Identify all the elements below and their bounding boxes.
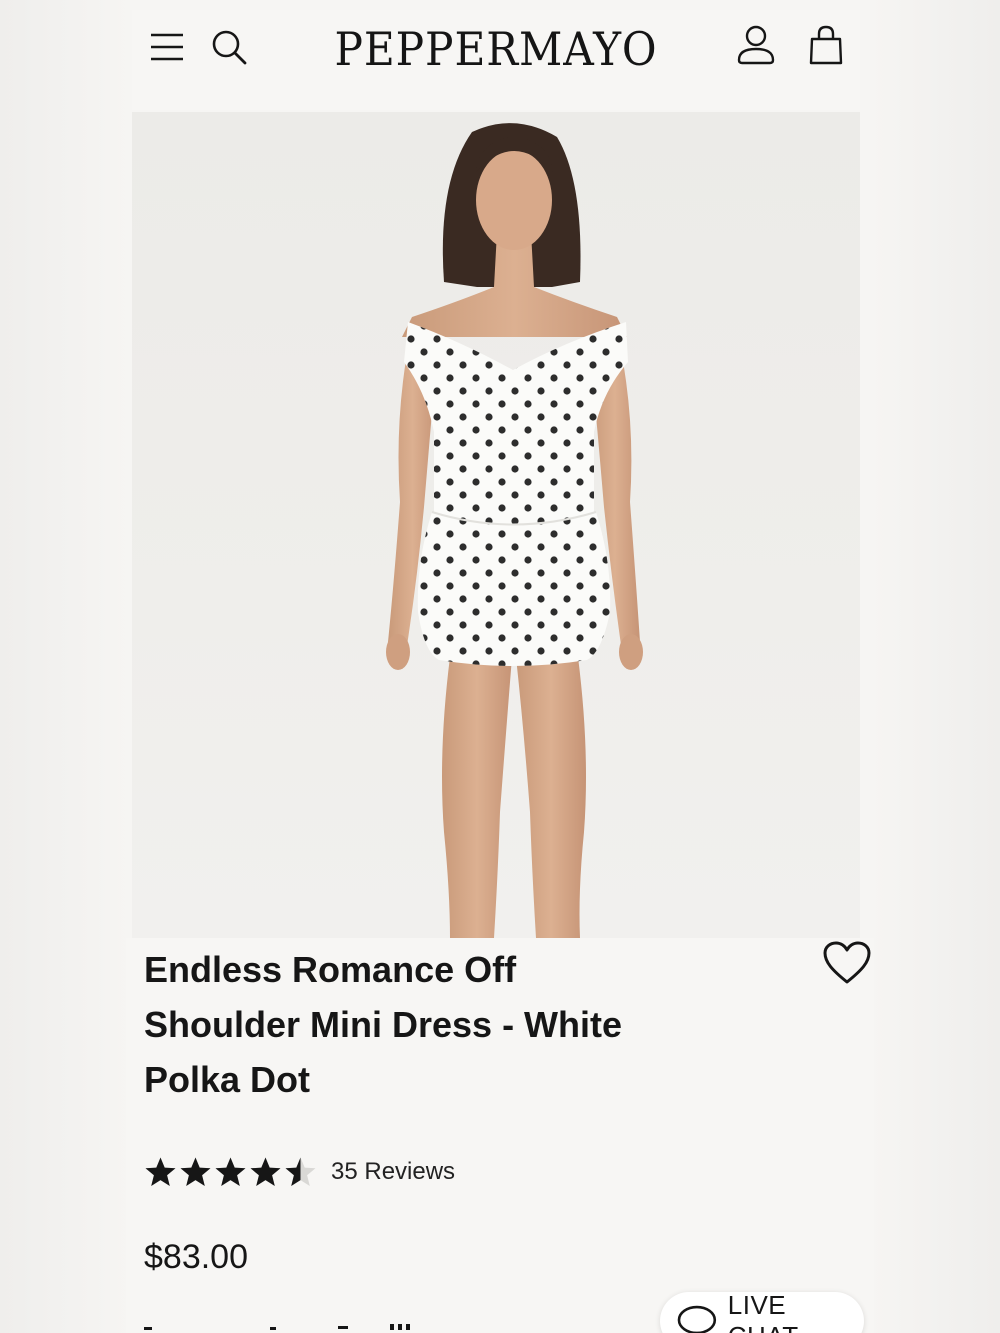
product-title-line: Endless Romance Off [144, 949, 517, 990]
product-title-line: Polka Dot [144, 1059, 311, 1100]
menu-icon[interactable] [150, 32, 184, 62]
star-icon [285, 1157, 316, 1186]
model-in-polka-dot-dress-illustration [386, 123, 643, 938]
product-page: PEPPERMAYO Endless Romance Off Shoulder … [0, 0, 1000, 1333]
product-rating[interactable]: 35 Reviews [144, 1152, 455, 1192]
search-icon[interactable] [210, 28, 248, 66]
product-price: $83.00 [144, 1238, 248, 1276]
brand-logo[interactable]: PEPPERMAYO [327, 22, 666, 76]
star-rating [144, 1156, 317, 1189]
site-header: PEPPERMAYO [132, 10, 860, 110]
live-chat-button[interactable]: LIVE CHAT [660, 1290, 864, 1333]
star-icon [145, 1157, 176, 1186]
star-icon [215, 1157, 246, 1186]
product-image[interactable] [132, 112, 860, 938]
live-chat-label: LIVE CHAT [727, 1290, 798, 1333]
star-icon [180, 1157, 211, 1186]
chat-bubble-icon [677, 1305, 717, 1333]
account-icon[interactable] [736, 24, 776, 66]
star-icon [250, 1157, 281, 1186]
bag-icon[interactable] [808, 24, 844, 66]
product-info-panel: Endless Romance Off Shoulder Mini Dress … [126, 938, 874, 1333]
cut-off-text-fragment [144, 1324, 410, 1330]
product-title-line: Shoulder Mini Dress - White [144, 1004, 623, 1045]
product-title: Endless Romance Off Shoulder Mini Dress … [144, 942, 704, 1107]
wishlist-heart-icon[interactable] [822, 940, 872, 986]
reviews-count[interactable]: 35 Reviews [331, 1158, 455, 1186]
